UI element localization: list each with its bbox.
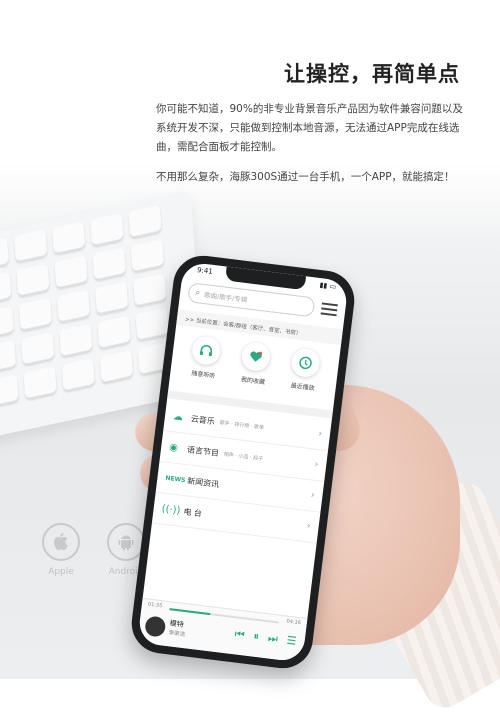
apple-label: Apple bbox=[48, 567, 74, 577]
quick-favorites[interactable]: 我的收藏 bbox=[231, 340, 280, 387]
search-placeholder: 歌曲/歌手/专辑 bbox=[203, 291, 248, 305]
headline: 让操控，再简单点 bbox=[284, 62, 460, 86]
player-controls: ⏮ ⏸ ⏭ ☰ bbox=[234, 627, 297, 648]
cloud-icon: ☁ bbox=[172, 410, 184, 423]
progress-fill bbox=[169, 608, 211, 616]
chevron-right-icon: › bbox=[310, 490, 316, 501]
previous-icon[interactable]: ⏮ bbox=[234, 627, 245, 642]
chat-icon: ◉ bbox=[168, 441, 179, 454]
time-total: 04:16 bbox=[286, 618, 302, 627]
chevron-right-icon: › bbox=[306, 521, 312, 532]
battery-icon: ▮▮ ▭ bbox=[319, 281, 337, 292]
headphones-icon bbox=[190, 335, 222, 367]
quick-label: 最近播放 bbox=[290, 382, 315, 393]
quick-actions: 随意听听 我的收藏 最近播放 bbox=[170, 333, 340, 395]
intro-paragraph: 你可能不知道，90%的非专业背景音乐产品因为软件兼容问题以及系统开发不深，只能做… bbox=[156, 103, 463, 153]
chevron-right-icon: › bbox=[317, 429, 323, 440]
list-item-sub: 歌手 · 排行榜 · 歌单 bbox=[219, 419, 265, 431]
progress-bar[interactable] bbox=[169, 608, 279, 624]
quick-label: 随意听听 bbox=[190, 370, 216, 380]
apple-logo-block: Apple bbox=[36, 523, 86, 577]
list-item-sub bbox=[224, 485, 311, 496]
playlist-icon[interactable]: ☰ bbox=[286, 634, 297, 649]
next-icon[interactable]: ⏭ bbox=[267, 631, 278, 646]
time-elapsed: 01:35 bbox=[147, 601, 163, 610]
list-item-sub bbox=[207, 514, 307, 526]
category-list: ☁ 云音乐 歌手 · 排行榜 · 歌单 › ◉ 语言节目 相声 · 小品 · 段… bbox=[151, 400, 332, 544]
news-icon: NEWS bbox=[165, 474, 186, 484]
status-time: 9:41 bbox=[196, 265, 214, 276]
list-item-title: 新闻资讯 bbox=[186, 475, 220, 489]
quick-random-listen[interactable]: 随意听听 bbox=[181, 334, 230, 381]
quick-label: 我的收藏 bbox=[240, 376, 266, 387]
list-item-title: 语言节目 bbox=[186, 444, 220, 458]
menu-icon[interactable] bbox=[320, 299, 338, 319]
chevron-right-icon: › bbox=[313, 459, 319, 471]
search-icon: ⌕ bbox=[194, 287, 201, 299]
artist-name: 李荣浩 bbox=[168, 630, 186, 639]
list-item-title: 云音乐 bbox=[190, 413, 216, 426]
apple-icon bbox=[42, 523, 80, 561]
clock-icon bbox=[289, 347, 322, 379]
summary-paragraph: 不用那么复杂，海豚300S通过一台手机，一个APP，就能搞定！ bbox=[156, 171, 455, 183]
pause-icon[interactable]: ⏸ bbox=[253, 630, 260, 645]
radio-icon: ((·)) bbox=[161, 502, 182, 517]
heart-icon bbox=[240, 341, 272, 373]
list-item-title: 电 台 bbox=[183, 506, 203, 518]
album-cover[interactable] bbox=[144, 615, 167, 638]
quick-recent[interactable]: 最近播放 bbox=[280, 346, 329, 393]
list-item-sub: 相声 · 小品 · 段子 bbox=[223, 451, 264, 462]
